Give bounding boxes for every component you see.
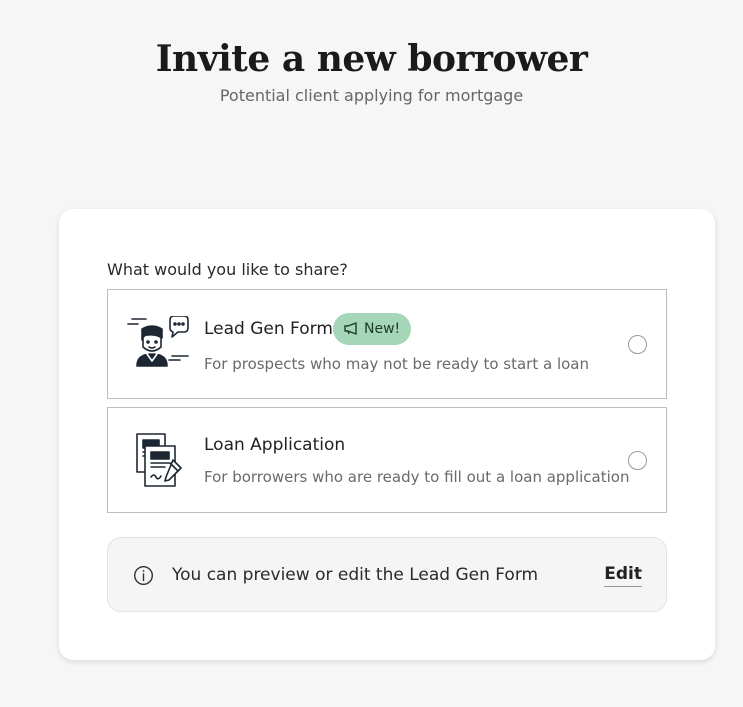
- page-subtitle: Potential client applying for mortgage: [219, 86, 524, 105]
- info-icon: [133, 565, 154, 586]
- lead-gen-form-title: Lead Gen Form: [204, 319, 333, 339]
- share-card: What would you like to share? Lead Gen F…: [59, 209, 715, 660]
- edit-link[interactable]: Edit: [604, 564, 642, 587]
- share-question: What would you like to share?: [107, 260, 348, 279]
- megaphone-icon: [344, 322, 357, 335]
- info-banner: You can preview or edit the Lead Gen For…: [107, 537, 667, 612]
- lead-gen-form-description: For prospects who may not be ready to st…: [204, 355, 589, 373]
- loan-application-description: For borrowers who are ready to fill out …: [204, 468, 630, 486]
- page-header: Invite a new borrower Potential client a…: [0, 36, 743, 105]
- new-badge-label: New!: [364, 321, 401, 337]
- loan-documents-icon: [126, 432, 194, 492]
- new-badge: New!: [333, 313, 412, 345]
- lead-gen-form-radio[interactable]: [628, 335, 647, 354]
- loan-application-option[interactable]: Loan Application For borrowers who are r…: [107, 407, 667, 513]
- lead-gen-form-option[interactable]: Lead Gen Form New! For prospects who may…: [107, 289, 667, 399]
- loan-application-title: Loan Application: [204, 435, 346, 455]
- lead-gen-person-chat-icon: [126, 315, 194, 376]
- page-title: Invite a new borrower: [155, 38, 588, 80]
- loan-application-radio[interactable]: [628, 451, 647, 470]
- info-text: You can preview or edit the Lead Gen For…: [172, 565, 539, 585]
